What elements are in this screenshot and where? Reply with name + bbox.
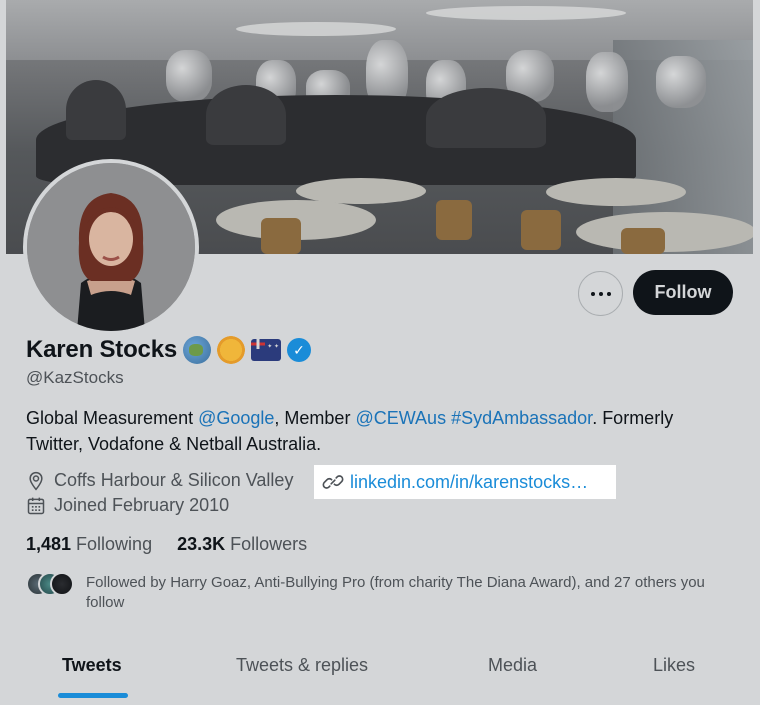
location-pin-icon — [29, 471, 43, 490]
banner-light — [426, 6, 626, 20]
following-link[interactable]: 1,481 Following — [26, 534, 152, 555]
banner-table — [546, 178, 686, 206]
hashtag-link-sydambassador[interactable]: #SydAmbassador — [451, 408, 592, 428]
follow-stats: 1,481 Following 23.3K Followers — [26, 534, 332, 555]
banner-balloon — [656, 56, 706, 108]
banner-table — [296, 178, 426, 204]
followers-count: 23.3K — [177, 534, 226, 554]
tab-media[interactable]: Media — [488, 655, 537, 676]
more-dot-icon — [590, 291, 595, 296]
bio-text: , Member — [274, 408, 356, 428]
avatar — [50, 572, 74, 596]
banner-chair — [436, 200, 472, 240]
banner-balloon — [586, 52, 628, 112]
profile-handle: @KazStocks — [26, 368, 124, 387]
banner-crowd — [426, 88, 546, 148]
banner-light — [236, 22, 396, 36]
following-count: 1,481 — [26, 534, 72, 554]
profile-bio: Global Measurement @Google, Member @CEWA… — [26, 405, 726, 457]
banner-chair — [521, 210, 561, 250]
profile-joined: Joined February 2010 — [26, 495, 229, 516]
calendar-icon — [27, 497, 45, 514]
australia-flag-icon — [251, 339, 281, 361]
tab-tweets[interactable]: Tweets — [62, 655, 122, 676]
banner-crowd — [206, 85, 286, 145]
mention-link-google[interactable]: @Google — [198, 408, 274, 428]
followers-link[interactable]: 23.3K Followers — [177, 534, 307, 555]
active-tab-indicator — [58, 693, 128, 698]
link-icon — [322, 475, 344, 489]
banner-balloon — [166, 50, 212, 102]
follow-button[interactable]: Follow — [633, 270, 733, 315]
mention-link-cewaus[interactable]: @CEWAus — [355, 408, 446, 428]
website-text[interactable]: linkedin.com/in/karenstocks… — [350, 472, 588, 493]
following-label: Following — [76, 534, 153, 554]
banner-chair — [621, 228, 665, 254]
banner-crowd — [66, 80, 126, 140]
profile-location: Coffs Harbour & Silicon Valley — [26, 470, 293, 491]
location-text: Coffs Harbour & Silicon Valley — [54, 470, 294, 490]
joined-text: Joined February 2010 — [54, 495, 230, 515]
followers-label: Followers — [230, 534, 308, 554]
profile-name-row: Karen Stocks ✓ — [26, 336, 311, 364]
more-dot-icon — [598, 291, 603, 296]
sun-icon — [217, 336, 245, 364]
tab-tweets-and-replies[interactable]: Tweets & replies — [236, 655, 368, 676]
verified-badge-icon[interactable]: ✓ — [287, 338, 311, 362]
globe-icon — [183, 336, 211, 364]
profile-name: Karen Stocks — [26, 336, 177, 363]
website-link[interactable]: linkedin.com/in/karenstocks… — [314, 465, 616, 499]
followed-by-avatars[interactable] — [26, 572, 74, 598]
followed-by-text[interactable]: Followed by Harry Goaz, Anti-Bullying Pr… — [86, 573, 746, 613]
more-options-button[interactable] — [578, 271, 623, 316]
tab-likes[interactable]: Likes — [653, 655, 695, 676]
profile-avatar[interactable] — [23, 159, 199, 335]
more-dot-icon — [606, 291, 611, 296]
banner-chair — [261, 218, 301, 254]
bio-text: Global Measurement — [26, 408, 199, 428]
